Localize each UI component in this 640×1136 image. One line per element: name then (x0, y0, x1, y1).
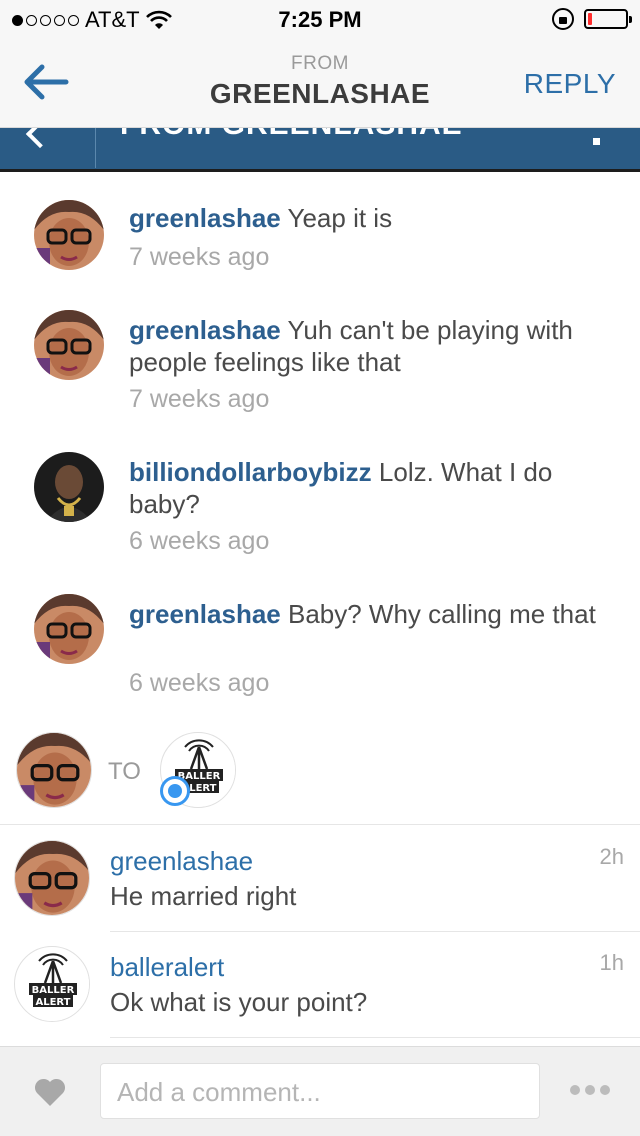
balleralert-logo-line1: BALLER (32, 985, 75, 996)
status-time: 7:25 PM (278, 7, 362, 32)
embedded-comment: billiondollarboybizz Lolz. What I do bab… (0, 450, 640, 580)
list-item: greenlashae He married right 2h (0, 836, 640, 932)
embedded-comment: greenlashae Yeap it is 7 weeks ago (0, 198, 640, 308)
orientation-lock-icon (552, 8, 574, 30)
comment-username[interactable]: balleralert (110, 952, 224, 983)
embedded-comment-body: billiondollarboybizz Lolz. What I do bab… (129, 456, 610, 520)
embedded-back-icon (25, 128, 55, 149)
more-dots-icon[interactable] (570, 1085, 610, 1095)
embedded-divider (95, 128, 96, 168)
embedded-header-text: FROM GREENLASHAE (120, 128, 463, 142)
embedded-username: billiondollarboybizz (129, 457, 372, 487)
battery-level (588, 13, 592, 25)
embedded-comment-time: 7 weeks ago (129, 385, 270, 413)
comment-text: Ok what is your point? (110, 987, 368, 1017)
reply-button[interactable]: REPLY (524, 68, 616, 100)
avatar-sender[interactable] (16, 732, 92, 808)
embedded-comment-time: 7 weeks ago (129, 243, 270, 271)
avatar-balleralert[interactable]: BALLER ALERT (14, 946, 90, 1022)
embedded-username: greenlashae (129, 599, 281, 629)
embedded-comment-text: Baby? Why calling me that (287, 599, 596, 629)
embedded-comment-body: greenlashae Yuh can't be playing with pe… (129, 314, 610, 378)
comment-divider (110, 1037, 640, 1038)
avatar-greenlashae (34, 594, 104, 664)
unread-badge-icon (160, 776, 190, 806)
avatar-greenlashae[interactable] (14, 840, 90, 916)
battery-icon (584, 9, 632, 29)
nav-bar: FROM GREENLASHAE REPLY (0, 40, 640, 128)
comment-text: He married right (110, 881, 297, 911)
embedded-comment-body: greenlashae Yeap it is (129, 202, 610, 234)
comment-composer: Add a comment... (0, 1046, 640, 1136)
status-right (552, 8, 632, 30)
comment-input[interactable]: Add a comment... (100, 1063, 540, 1119)
comment-time: 1h (599, 950, 624, 975)
comment-username[interactable]: greenlashae (110, 846, 253, 877)
embedded-username: greenlashae (129, 203, 281, 233)
comment-time: 2h (599, 844, 624, 869)
embedded-comment: greenlashae Yuh can't be playing with pe… (0, 308, 640, 438)
to-label: TO (108, 758, 141, 785)
to-row: TO BALLER ALERT (0, 730, 640, 825)
avatar-greenlashae (34, 200, 104, 270)
list-item: BALLER ALERT balleralert Ok what is your… (0, 942, 640, 1038)
avatar-billiondollarboybizz (34, 452, 104, 522)
embedded-username: greenlashae (129, 315, 281, 345)
embedded-comment-time: 6 weeks ago (129, 527, 270, 555)
avatar-greenlashae (34, 310, 104, 380)
comment-divider (110, 931, 640, 932)
embedded-comment-text: Yeap it is (287, 203, 393, 233)
heart-icon[interactable] (34, 1077, 66, 1107)
embedded-header-strip: FROM GREENLASHAE (0, 128, 640, 172)
balleralert-logo-line2: ALERT (35, 997, 70, 1008)
embedded-comment-time: 6 weeks ago (129, 669, 270, 697)
embedded-comment-body: greenlashae Baby? Why calling me that (129, 598, 610, 630)
embedded-menu-icon (593, 138, 600, 145)
embedded-comment: greenlashae Baby? Why calling me that 6 … (0, 592, 640, 722)
status-bar: AT&T 7:25 PM (0, 0, 640, 40)
